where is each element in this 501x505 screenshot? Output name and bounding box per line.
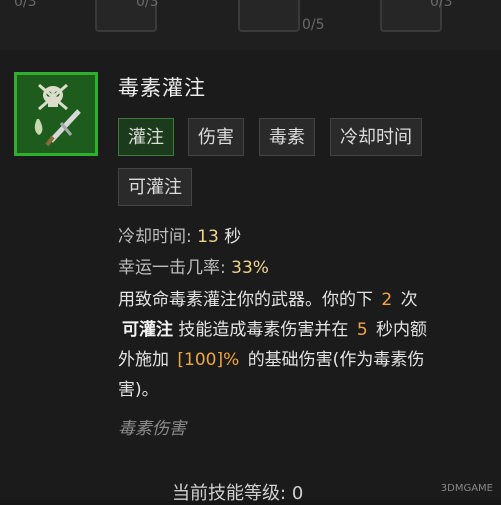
- skill-node[interactable]: [238, 0, 300, 32]
- cooldown-value: 13: [197, 227, 219, 247]
- tag-imbueable: 可灌注: [118, 168, 192, 206]
- tag-poison: 毒素: [259, 118, 315, 156]
- desc-text: 次: [400, 290, 418, 310]
- skill-level-label: 当前技能等级:: [172, 483, 287, 504]
- lucky-hit-line: 幸运一击几率: 33%: [118, 253, 269, 278]
- desc-text: 用致命毒素灌注你的武器。你的下: [118, 290, 373, 310]
- node-count: 0/3: [136, 0, 159, 10]
- poison-skull-dagger-icon: [14, 72, 98, 156]
- watermark: 3DMGAME: [440, 483, 493, 494]
- desc-keyword: 可灌注: [122, 320, 173, 340]
- tag-infusion: 灌注: [118, 118, 174, 156]
- skill-tree-strip: 0/3 0/3 0/3 0/5: [0, 0, 501, 51]
- node-count: 0/5: [302, 17, 325, 33]
- cooldown-unit: 秒: [224, 227, 242, 247]
- desc-text: 外施加: [118, 350, 169, 370]
- description-line-2: 可灌注 技能造成毒素伤害并在 5 秒内额: [118, 315, 427, 340]
- skill-level-value: 0: [291, 483, 304, 504]
- skill-title: 毒素灌注: [118, 76, 206, 100]
- desc-charges: 2: [381, 290, 393, 310]
- tag-damage: 伤害: [188, 118, 244, 156]
- description-line-4: 害)。: [118, 380, 159, 400]
- cooldown-line: 冷却时间: 13 秒: [118, 222, 241, 247]
- desc-percent: [100]%: [177, 350, 240, 370]
- tag-cooldown: 冷却时间: [330, 118, 422, 156]
- description-line-1: 用致命毒素灌注你的武器。你的下 2 次: [118, 285, 418, 310]
- description-line-3: 外施加 [100]% 的基础伤害(作为毒素伤: [118, 345, 424, 370]
- node-count: 0/3: [430, 0, 453, 10]
- cooldown-label: 冷却时间:: [118, 227, 192, 247]
- lucky-hit-label: 幸运一击几率:: [118, 258, 226, 278]
- desc-text: 技能造成毒素伤害并在: [178, 320, 349, 340]
- damage-type: 毒素伤害: [118, 419, 186, 439]
- desc-text: 的基础伤害(作为毒素伤: [247, 350, 425, 370]
- node-count: 0/3: [14, 0, 37, 10]
- skill-level: 当前技能等级: 0: [172, 479, 303, 505]
- desc-text: 秒内额: [376, 320, 428, 340]
- lucky-hit-value: 33%: [231, 258, 269, 278]
- desc-duration: 5: [356, 320, 368, 340]
